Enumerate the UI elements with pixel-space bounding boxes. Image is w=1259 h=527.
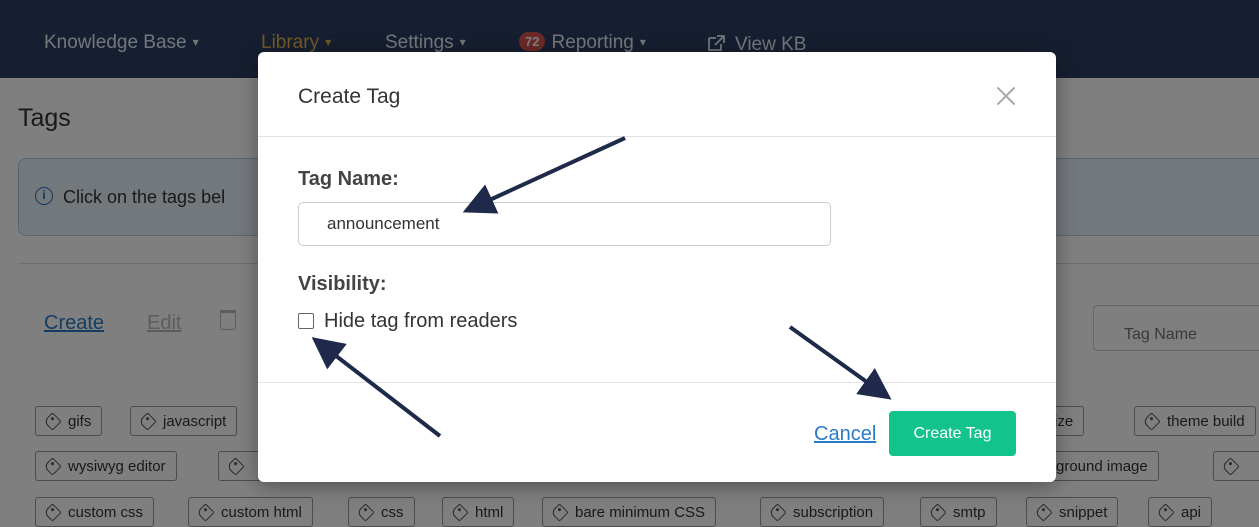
create-tag-dialog: Create Tag Tag Name: Visibility: Hide ta… [258,52,1056,482]
tag-name-input[interactable] [298,202,831,246]
hide-tag-checkbox[interactable] [298,313,314,329]
visibility-label: Visibility: [298,273,387,295]
cancel-button[interactable]: Cancel [814,423,876,446]
modal-header-divider [258,136,1056,137]
create-tag-button[interactable]: Create Tag [889,411,1016,456]
modal-title: Create Tag [298,85,401,108]
close-icon[interactable] [992,82,1020,110]
tag-name-label: Tag Name: [298,168,399,190]
hide-tag-label[interactable]: Hide tag from readers [324,310,517,333]
modal-footer-divider [258,382,1056,383]
